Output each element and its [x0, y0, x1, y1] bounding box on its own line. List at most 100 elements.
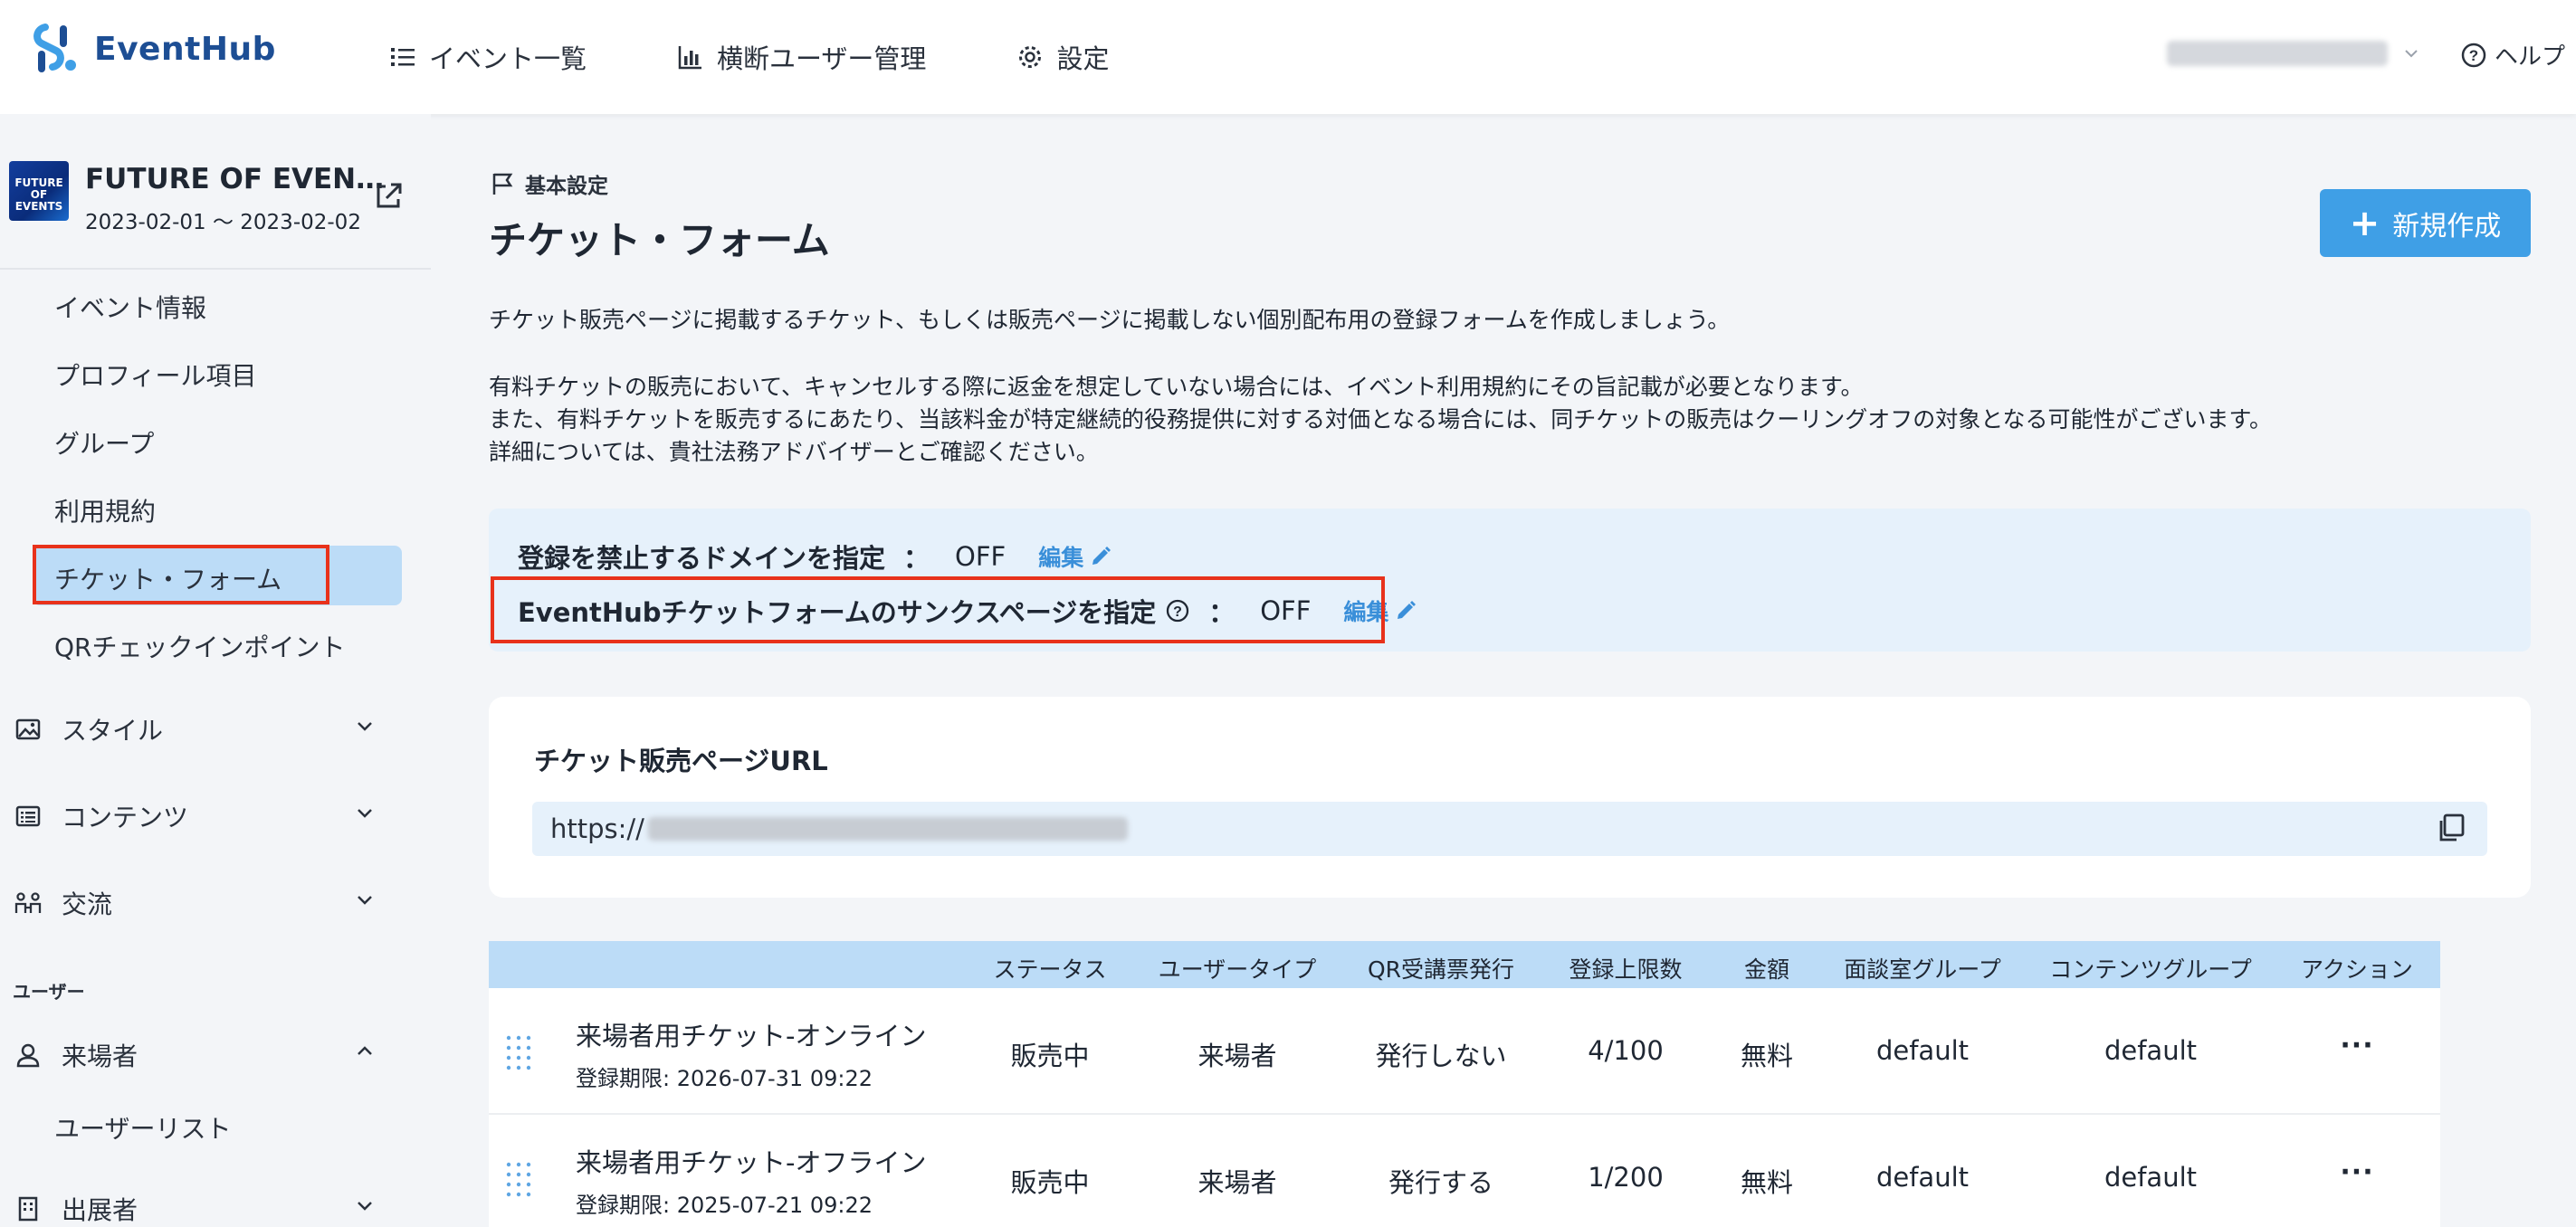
pencil-icon	[1092, 547, 1111, 565]
ticket-qr: 発行する	[1388, 1167, 1494, 1198]
column-header-user-type: ユーザータイプ	[1158, 956, 1317, 983]
ticket-sales-url-title: チケット販売ページURL	[534, 746, 828, 776]
blocked-domain-setting: 登録を禁止するドメインを指定 ： OFF 編集	[518, 537, 1112, 575]
sidebar-group-exhibitors-label: 出展者	[62, 1195, 138, 1225]
setting-colon: ：	[903, 543, 930, 574]
sidebar-divider	[0, 268, 431, 270]
nav-settings[interactable]: 設定	[1016, 38, 1109, 76]
ticket-price: 無料	[1740, 1041, 1794, 1071]
chevron-down-icon[interactable]	[353, 888, 377, 911]
description-line-4: 詳細については、貴社法務アドバイザーとご確認ください。	[489, 439, 1099, 465]
eventhub-logo[interactable]: EventHub	[33, 24, 276, 74]
flag-icon	[492, 173, 513, 195]
ticket-sales-url-card	[489, 697, 2531, 898]
new-create-button[interactable]: + 新規作成	[2320, 189, 2531, 257]
description-line-3: また、有料チケットを販売するにあたり、当該料金が特定継続的役務提供に対する対価と…	[489, 406, 2273, 433]
sidebar-group-contents[interactable]: コンテンツ	[14, 798, 188, 834]
column-header-qr: QR受講票発行	[1367, 956, 1515, 983]
new-create-button-label: 新規作成	[2392, 210, 2502, 243]
event-thumbnail: FUTURE OF EVENTS	[9, 161, 69, 221]
image-icon	[15, 718, 41, 740]
account-name-blurred	[2167, 41, 2388, 66]
annotation-highlight-box	[33, 545, 329, 604]
sidebar-item-event-info[interactable]: イベント情報	[54, 289, 206, 325]
ticket-sales-url-field[interactable]: https://	[532, 802, 2487, 856]
bar-chart-icon	[678, 46, 702, 70]
top-navigation-bar: EventHub イベント一覧 横断ユーザー管理 設定 ? ヘルプ	[0, 0, 2576, 114]
sidebar-group-visitors[interactable]: 来場者	[14, 1037, 138, 1073]
ticket-user-type: 来場者	[1197, 1167, 1277, 1198]
blocked-domain-edit-link[interactable]: 編集	[1038, 540, 1112, 573]
description-line-2: 有料チケットの販売において、キャンセルする際に返金を想定していない場合には、イベ…	[489, 374, 1864, 400]
table-row[interactable]: 来場者用チケット-オンライン 登録期限: 2026-07-31 09:22 販売…	[489, 988, 2440, 1115]
nav-cross-user-management[interactable]: 横断ユーザー管理	[677, 38, 926, 76]
ticket-limit: 4/100	[1588, 1035, 1664, 1066]
table-row[interactable]: 来場者用チケット-オフライン 登録期限: 2025-07-21 09:22 販売…	[489, 1115, 2440, 1227]
sidebar-item-terms[interactable]: 利用規約	[54, 492, 156, 528]
chevron-down-icon[interactable]	[353, 714, 377, 737]
drag-handle-icon[interactable]	[503, 1033, 534, 1071]
sidebar-item-qr-checkin[interactable]: QRチェックインポイント	[54, 628, 346, 664]
column-header-price: 金額	[1743, 956, 1790, 983]
ticket-name[interactable]: 来場者用チケット-オンライン	[576, 1015, 926, 1053]
ticket-content-group: default	[2104, 1162, 2198, 1193]
column-header-action: アクション	[2301, 956, 2413, 983]
table-header: ステータス ユーザータイプ QR受講票発行 登録上限数 金額 面談室グループ コ…	[489, 941, 2440, 988]
pencil-icon	[1398, 601, 1417, 619]
ticket-meeting-group: default	[1875, 1162, 1970, 1193]
ticket-status: 販売中	[1010, 1041, 1090, 1071]
user-icon	[16, 1043, 40, 1068]
app-name: EventHub	[94, 30, 276, 68]
nav-event-list-label: イベント一覧	[429, 43, 587, 74]
svg-text:?: ?	[2469, 47, 2478, 64]
url-prefix: https://	[550, 813, 644, 844]
top-nav-menu: イベント一覧 横断ユーザー管理 設定	[389, 0, 1109, 114]
event-dates: 2023-02-01 〜 2023-02-02	[85, 211, 361, 234]
page-title: チケット・フォーム	[489, 218, 830, 262]
account-menu[interactable]	[2167, 41, 2420, 66]
sidebar-group-style[interactable]: スタイル	[14, 711, 163, 747]
chevron-down-icon[interactable]	[353, 1194, 377, 1217]
sidebar: FUTURE OF EVENTS FUTURE OF EVEN… 2023-02…	[0, 114, 431, 1227]
ticket-meeting-group: default	[1875, 1035, 1970, 1066]
breadcrumb-label: 基本設定	[525, 175, 608, 198]
sidebar-group-visitors-label: 来場者	[62, 1042, 138, 1071]
sidebar-group-contents-label: コンテンツ	[62, 803, 189, 832]
sidebar-section-users: ユーザー	[13, 981, 85, 1003]
help-link[interactable]: ? ヘルプ	[2460, 38, 2565, 71]
gear-icon	[1019, 46, 1042, 68]
more-actions-button[interactable]: ···	[2340, 1030, 2373, 1061]
edit-label: 編集	[1038, 545, 1084, 571]
plus-icon: +	[2349, 202, 2380, 244]
annotation-highlight-box	[491, 576, 1385, 643]
eventhub-logo-icon	[33, 24, 76, 72]
ticket-deadline: 登録期限: 2025-07-21 09:22	[576, 1193, 873, 1218]
more-actions-button[interactable]: ···	[2340, 1156, 2373, 1188]
description-line-1: チケット販売ページに掲載するチケット、もしくは販売ページに掲載しない個別配布用の…	[489, 307, 1731, 333]
help-label: ヘルプ	[2495, 43, 2566, 71]
contents-icon	[15, 805, 41, 827]
blocked-domain-value: OFF	[955, 541, 1007, 572]
nav-settings-label: 設定	[1056, 43, 1110, 74]
drag-handle-icon[interactable]	[503, 1160, 534, 1198]
sidebar-group-networking-label: 交流	[62, 889, 113, 919]
sidebar-item-groups[interactable]: グループ	[54, 424, 154, 461]
help-circle-icon: ?	[2461, 43, 2486, 67]
sidebar-group-exhibitors[interactable]: 出展者	[14, 1191, 138, 1227]
ticket-status: 販売中	[1010, 1167, 1090, 1198]
column-header-meeting-group: 面談室グループ	[1844, 956, 2001, 983]
ticket-user-type: 来場者	[1197, 1041, 1277, 1071]
sidebar-group-networking[interactable]: 交流	[14, 885, 112, 921]
chevron-down-icon[interactable]	[353, 801, 377, 824]
nav-event-list[interactable]: イベント一覧	[389, 38, 587, 76]
nav-cross-user-management-label: 横断ユーザー管理	[717, 43, 927, 74]
ticket-qr: 発行しない	[1375, 1041, 1507, 1071]
ticket-deadline: 登録期限: 2026-07-31 09:22	[576, 1066, 873, 1091]
copy-icon[interactable]	[2435, 812, 2467, 844]
breadcrumb: 基本設定	[489, 168, 608, 199]
ticket-name[interactable]: 来場者用チケット-オフライン	[576, 1142, 926, 1180]
sidebar-item-user-list[interactable]: ユーザーリスト	[54, 1109, 231, 1146]
external-link-icon[interactable]	[373, 181, 404, 212]
chevron-up-icon[interactable]	[353, 1040, 377, 1063]
sidebar-item-profile-fields[interactable]: プロフィール項目	[54, 357, 256, 393]
